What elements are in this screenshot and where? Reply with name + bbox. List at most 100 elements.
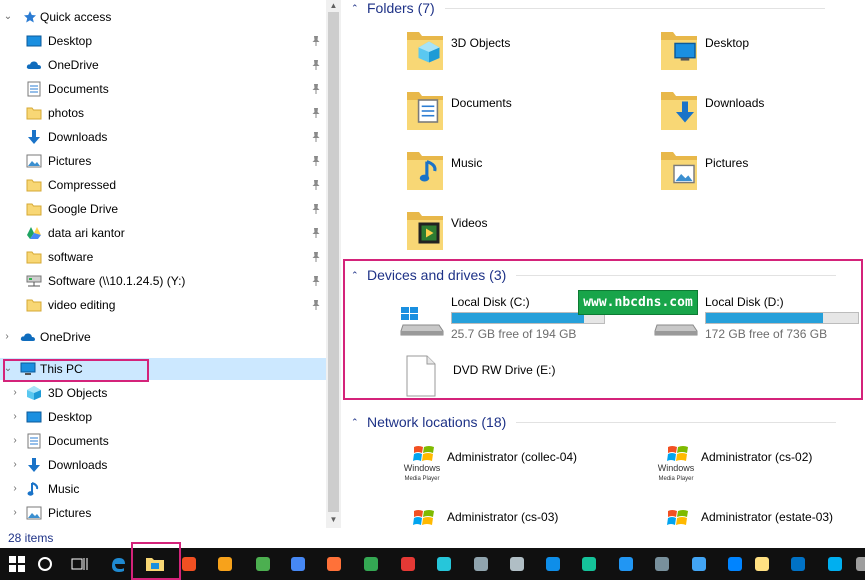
nav-label: Quick access xyxy=(40,10,112,24)
annotation-highlight xyxy=(131,542,181,580)
network-label: Administrator (cs-03) xyxy=(447,510,559,524)
chevron-right-icon[interactable]: › xyxy=(10,478,20,500)
sidebar-item-this-pc[interactable]: › Desktop xyxy=(0,406,326,428)
nav-label: Compressed xyxy=(48,178,117,192)
nav-onedrive[interactable]: › OneDrive xyxy=(0,326,326,348)
sidebar-item-quick-access[interactable]: Compressed xyxy=(0,174,326,196)
sidebar-item-this-pc[interactable]: › Music xyxy=(0,478,326,500)
folder-label: Videos xyxy=(451,216,488,230)
folder-tile[interactable]: Documents xyxy=(405,86,605,136)
vpn-icon[interactable] xyxy=(427,548,461,580)
chrome-icon[interactable] xyxy=(354,548,388,580)
folder-tile[interactable]: Pictures xyxy=(659,146,859,196)
pin-icon xyxy=(311,299,321,311)
folder-label: Desktop xyxy=(705,36,750,50)
sidebar-item-quick-access[interactable]: OneDrive xyxy=(0,54,326,76)
scroll-thumb[interactable] xyxy=(328,12,339,512)
nav-label: Documents xyxy=(48,434,109,448)
sidebar-item-quick-access[interactable]: Documents xyxy=(0,78,326,100)
nav-label: software xyxy=(48,250,94,264)
sidebar-item-quick-access[interactable]: video editing xyxy=(0,294,326,316)
chevron-right-icon[interactable]: › xyxy=(10,502,20,524)
star-icon xyxy=(22,9,38,25)
chromium-icon[interactable] xyxy=(281,548,315,580)
folder-tile[interactable]: Music xyxy=(405,146,605,196)
notes-icon[interactable] xyxy=(500,548,534,580)
network-location-tile[interactable]: Windows Media Player Administrator (collec… xyxy=(401,442,621,490)
edge-icon[interactable] xyxy=(101,548,135,580)
settings-icon[interactable] xyxy=(846,548,865,580)
media-icon[interactable] xyxy=(208,548,242,580)
chevron-right-icon[interactable]: › xyxy=(10,382,20,404)
folder-tile[interactable]: Desktop xyxy=(659,26,859,76)
task-view-icon[interactable] xyxy=(63,548,97,580)
sidebar-item-quick-access[interactable]: Software (\\10.1.24.5) (Y:) xyxy=(0,270,326,292)
windows-media-player-icon xyxy=(401,502,441,528)
divider xyxy=(516,421,837,423)
chevron-up-icon[interactable]: ⌃ xyxy=(351,3,367,14)
nav-label: Desktop xyxy=(48,410,93,424)
chevron-up-icon[interactable]: ⌃ xyxy=(351,417,367,428)
sidebar-item-this-pc[interactable]: › Downloads xyxy=(0,454,326,476)
app-icon[interactable] xyxy=(645,548,679,580)
firefox-icon[interactable] xyxy=(317,548,351,580)
scroll-down-icon[interactable]: ▼ xyxy=(326,514,341,526)
nav-label: 3D Objects xyxy=(48,386,108,400)
sidebar-item-quick-access[interactable]: photos xyxy=(0,102,326,124)
foxit-icon[interactable] xyxy=(391,548,425,580)
sidebar-item-this-pc[interactable]: › 3D Objects xyxy=(0,382,326,404)
scroll-up-icon[interactable]: ▲ xyxy=(326,0,341,12)
pin-icon xyxy=(311,275,321,287)
network-location-tile[interactable]: Administrator (cs-03) xyxy=(401,502,621,528)
folder-icon xyxy=(26,177,42,193)
sidebar-item-quick-access[interactable]: data ari kantor xyxy=(0,222,326,244)
network-location-tile[interactable]: Administrator (estate-03) xyxy=(655,502,865,528)
chevron-right-icon[interactable]: › xyxy=(2,326,12,348)
windows-media-player-icon: Windows Media Player xyxy=(401,442,441,490)
sidebar-item-quick-access[interactable]: Google Drive xyxy=(0,198,326,220)
onedrive-icon xyxy=(20,329,36,345)
sidebar-scrollbar[interactable]: ▲ ▼ xyxy=(326,0,341,528)
chevron-right-icon[interactable]: › xyxy=(10,430,20,452)
outlook-icon[interactable] xyxy=(781,548,815,580)
folder-icon xyxy=(26,297,42,313)
teamviewer-icon[interactable] xyxy=(536,548,570,580)
grammarly-icon[interactable] xyxy=(572,548,606,580)
globe-icon[interactable] xyxy=(682,548,716,580)
chevron-down-icon[interactable]: ⌄ xyxy=(3,6,13,28)
sidebar-item-this-pc[interactable]: › Documents xyxy=(0,430,326,452)
chevron-right-icon[interactable]: › xyxy=(10,406,20,428)
music-folder-icon xyxy=(405,146,445,194)
pin-icon xyxy=(311,107,321,119)
nav-quick-access[interactable]: ⌄ Quick access xyxy=(0,6,326,28)
sidebar-item-quick-access[interactable]: Pictures xyxy=(0,150,326,172)
sidebar-item-this-pc[interactable]: › Pictures xyxy=(0,502,326,524)
sidebar-item-quick-access[interactable]: software xyxy=(0,246,326,268)
folder-icon xyxy=(26,201,42,217)
pin-icon xyxy=(311,179,321,191)
nav-label: photos xyxy=(48,106,85,120)
group-title: Folders (7) xyxy=(367,0,435,16)
group-header-network[interactable]: ⌃ Network locations (18) xyxy=(351,412,837,432)
search-icon[interactable] xyxy=(28,548,62,580)
folder-tile[interactable]: 3D Objects xyxy=(405,26,605,76)
folder-tile[interactable]: Videos xyxy=(405,206,605,256)
sidebar-item-quick-access[interactable]: Desktop xyxy=(0,30,326,52)
desktop-folder-icon xyxy=(659,26,699,74)
sidebar-item-quick-access[interactable]: Downloads xyxy=(0,126,326,148)
browser-icon[interactable] xyxy=(609,548,643,580)
pictures-icon xyxy=(26,153,42,169)
network-label: Administrator (collec-04) xyxy=(447,450,578,464)
network-location-tile[interactable]: Windows Media Player Administrator (cs-02) xyxy=(655,442,865,490)
group-header-folders[interactable]: ⌃ Folders (7) xyxy=(351,0,825,18)
nav-label: OneDrive xyxy=(48,58,99,72)
taskbar xyxy=(0,548,865,580)
sticky-notes-icon[interactable] xyxy=(745,548,779,580)
folder-tile[interactable]: Downloads xyxy=(659,86,859,136)
nav-label: Software (\\10.1.24.5) (Y:) xyxy=(48,274,186,288)
terminal-icon[interactable] xyxy=(246,548,280,580)
chevron-right-icon[interactable]: › xyxy=(10,454,20,476)
downloads-icon xyxy=(26,129,42,145)
network-drive-icon xyxy=(26,273,42,289)
network-icon[interactable] xyxy=(464,548,498,580)
